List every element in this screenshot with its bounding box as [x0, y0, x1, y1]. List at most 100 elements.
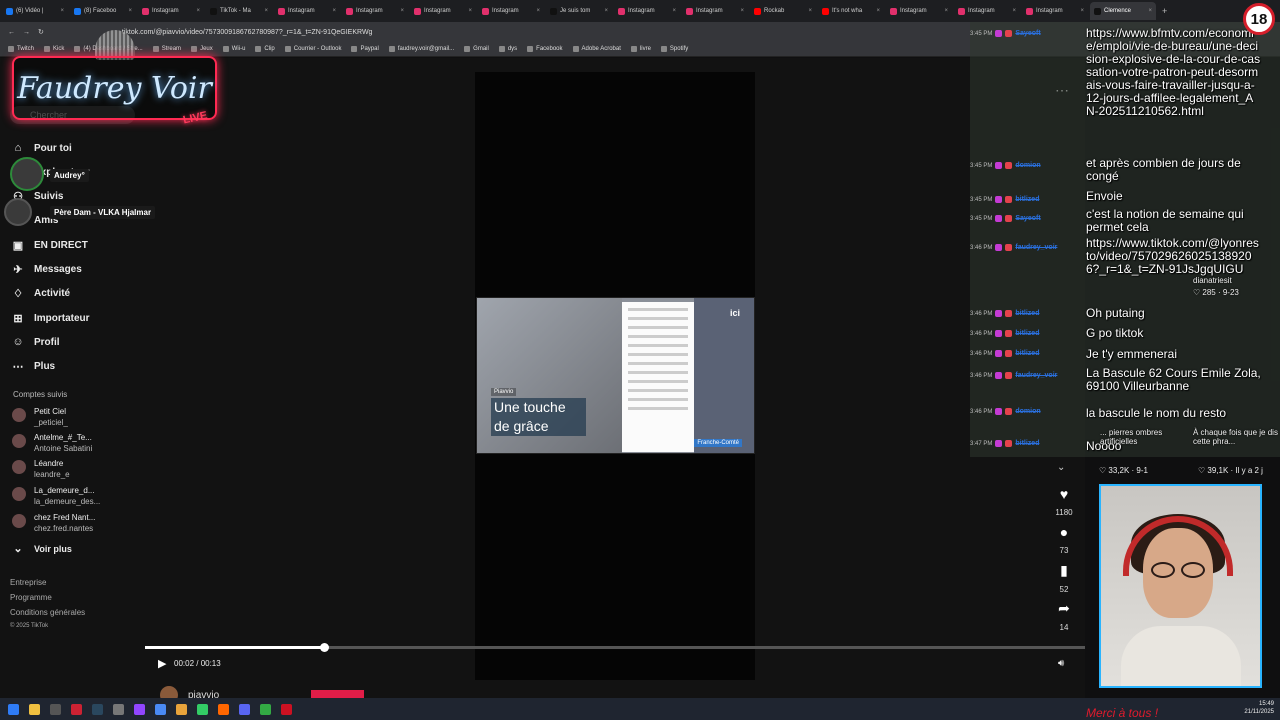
chat-username[interactable]: faudrey_voir [1015, 244, 1057, 251]
close-icon[interactable]: × [332, 8, 336, 14]
taskbar-app-icon[interactable] [197, 703, 208, 715]
taskbar-app-icon[interactable] [50, 703, 61, 715]
share-button[interactable]: ➦ 14 [1052, 600, 1076, 632]
browser-tab[interactable]: Instagram × [954, 2, 1020, 20]
bookmark-item[interactable]: Spotify [660, 46, 688, 52]
browser-tab[interactable]: Instagram × [274, 2, 340, 20]
bookmark-item[interactable]: dys [498, 46, 517, 52]
chrome-icon[interactable] [176, 703, 187, 715]
chat-username[interactable]: domion [1015, 162, 1040, 169]
bookmark-item[interactable]: Kick [44, 46, 64, 52]
chat-username[interactable]: domion [1015, 408, 1040, 415]
bookmark-item[interactable]: Paypal [351, 46, 379, 52]
bookmark-item[interactable]: Courrier - Outlook [284, 46, 341, 52]
close-icon[interactable]: × [808, 8, 812, 14]
close-icon[interactable]: × [128, 8, 132, 14]
browser-tab[interactable]: Instagram × [478, 2, 544, 20]
close-icon[interactable]: × [944, 8, 948, 14]
bookmark-item[interactable]: Jeux [191, 46, 213, 52]
bookmark-item[interactable]: Facebook [527, 46, 563, 52]
browser-tab[interactable]: Instagram × [614, 2, 680, 20]
bookmark-item[interactable]: faudrey.voir@gmail... [388, 46, 454, 52]
close-icon[interactable]: × [264, 8, 268, 14]
steam-icon[interactable] [92, 703, 103, 715]
explorer-icon[interactable] [29, 703, 40, 715]
footer-link[interactable]: Conditions générales [10, 608, 85, 617]
close-icon[interactable]: × [196, 8, 200, 14]
bookmark-item[interactable]: Clip [255, 46, 275, 52]
browser-tab[interactable]: Instagram × [138, 2, 204, 20]
sidebar-item-more[interactable]: ⋯ Plus [12, 360, 56, 373]
chat-username[interactable]: bitlized [1015, 330, 1039, 337]
close-icon[interactable]: × [740, 8, 744, 14]
new-tab-button[interactable]: + [1162, 6, 1167, 16]
bookmark-item[interactable]: Gmail [464, 46, 489, 52]
bookmark-item[interactable]: Twitch [8, 46, 34, 52]
volume-icon[interactable]: 🔊︎ [1058, 658, 1064, 669]
windows-start-icon[interactable] [8, 703, 19, 715]
video-frame[interactable]: Piavvio Une touche de grâce ici Franche-… [476, 297, 755, 454]
bookmark-item[interactable]: Adobe Acrobat [572, 46, 621, 52]
following-item[interactable]: chez Fred Nant... chez.fred.nantes [12, 512, 95, 534]
close-icon[interactable]: × [1080, 8, 1084, 14]
url-field[interactable]: tiktok.com/@piavvio/video/75730091867627… [122, 29, 373, 36]
browser-tab[interactable]: It's not wha × [818, 2, 884, 20]
chat-username[interactable]: Sayeoft [1015, 30, 1040, 37]
browser-tab[interactable]: (6) Vidéo | × [2, 2, 68, 20]
back-icon[interactable]: ← [8, 29, 15, 36]
following-item[interactable]: Antelme_#_Te... Antoine Sabatini [12, 432, 92, 454]
sidebar-item-home[interactable]: ⌂ Pour toi [12, 142, 72, 154]
browser-tab[interactable]: Instagram × [1022, 2, 1088, 20]
close-icon[interactable]: × [876, 8, 880, 14]
bookmark-item[interactable]: Stream [152, 46, 181, 52]
chat-username[interactable]: bitlized [1015, 440, 1039, 447]
close-icon[interactable]: × [604, 8, 608, 14]
progress-bar[interactable] [145, 643, 1085, 652]
close-icon[interactable]: × [672, 8, 676, 14]
close-icon[interactable]: × [468, 8, 472, 14]
chat-username[interactable]: Sayeoft [1015, 215, 1040, 222]
browser-tab[interactable]: Clemence × [1090, 2, 1156, 20]
reload-icon[interactable]: ↻ [38, 28, 44, 36]
twitch-icon[interactable] [134, 703, 145, 715]
browser-tab[interactable]: Instagram × [886, 2, 952, 20]
sidebar-item-live[interactable]: ▣ EN DIRECT [12, 239, 88, 252]
obs-icon[interactable] [281, 703, 292, 715]
browser-tab[interactable]: TikTok - Ma × [206, 2, 272, 20]
chevron-down-icon[interactable]: ⌄ [1057, 462, 1065, 473]
browser-tab[interactable]: (8) Faceboo × [70, 2, 136, 20]
sidebar-item-messages[interactable]: ✈ Messages [12, 263, 81, 276]
chat-username[interactable]: bitlized [1015, 310, 1039, 317]
footer-link[interactable]: Entreprise [10, 578, 46, 587]
close-icon[interactable]: × [1012, 8, 1016, 14]
discord-icon[interactable] [239, 703, 250, 715]
see-more-link[interactable]: ⌄ Voir plus [12, 542, 71, 555]
sidebar-item-activity[interactable]: ♢ Activité [12, 287, 70, 300]
play-icon[interactable]: ▶ [158, 657, 166, 670]
vlc-icon[interactable] [218, 703, 229, 715]
progress-knob[interactable] [319, 643, 329, 652]
bookmark-item[interactable]: livre [630, 46, 651, 52]
bookmark-button[interactable]: ▮ 52 [1052, 562, 1076, 594]
browser-tab[interactable]: Je suis tom × [546, 2, 612, 20]
browser-tab[interactable]: Instagram × [410, 2, 476, 20]
taskbar-app-icon[interactable] [71, 703, 82, 715]
following-item[interactable]: Petit Ciel _peticiel_ [12, 406, 68, 428]
footer-link[interactable]: Programme [10, 593, 52, 602]
sidebar-item-upload[interactable]: ⊞ Importateur [12, 312, 89, 325]
taskbar-app-icon[interactable] [155, 703, 166, 715]
following-item[interactable]: La_demeure_d... la_demeure_des... [12, 485, 100, 507]
sidebar-item-profile[interactable]: ☺ Profil [12, 336, 59, 348]
browser-tab[interactable]: Rockab × [750, 2, 816, 20]
chat-username[interactable]: faudrey_voir [1015, 372, 1057, 379]
browser-tab[interactable]: Instagram × [342, 2, 408, 20]
comment-button[interactable]: ● 73 [1052, 524, 1076, 555]
close-icon[interactable]: × [400, 8, 404, 14]
heart-button[interactable]: ♥ 1180 [1052, 486, 1076, 517]
chat-username[interactable]: bitlized [1015, 350, 1039, 357]
close-icon[interactable]: × [60, 8, 64, 14]
browser-tab[interactable]: Instagram × [682, 2, 748, 20]
chat-username[interactable]: bitlized [1015, 196, 1039, 203]
close-icon[interactable]: × [1148, 8, 1152, 14]
following-item[interactable]: Léandre leandre_e [12, 458, 70, 480]
